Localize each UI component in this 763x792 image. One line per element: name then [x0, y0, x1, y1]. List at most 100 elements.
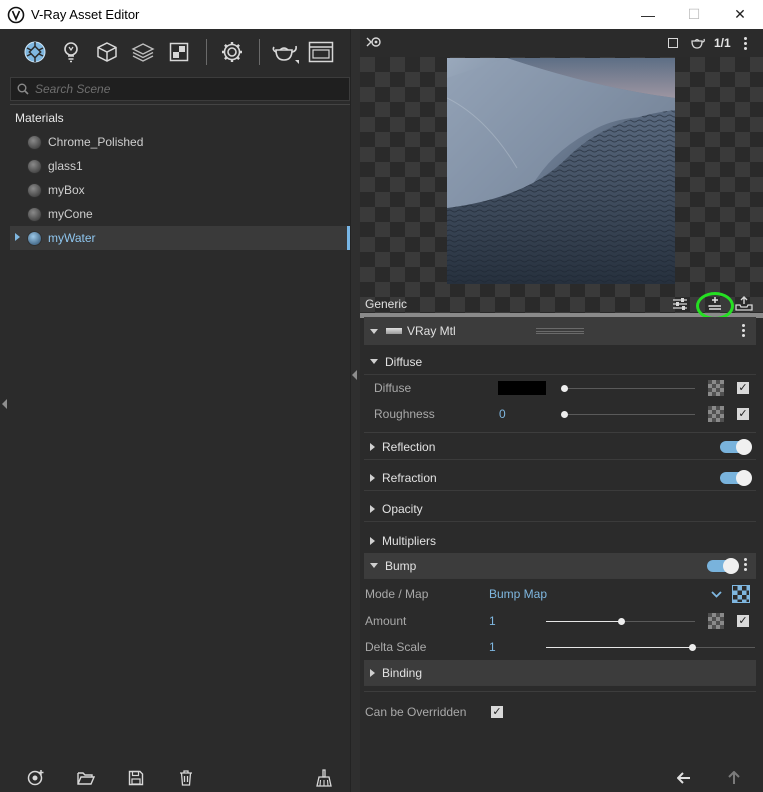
open-folder-icon[interactable] — [76, 768, 96, 788]
render-icon[interactable] — [268, 35, 302, 69]
material-ball-icon — [27, 206, 42, 222]
roughness-value[interactable]: 0 — [499, 407, 506, 421]
material-tree: Materials Chrome_Polished glass1 myBox m… — [10, 104, 350, 791]
collapse-arrow-icon[interactable] — [370, 359, 378, 364]
prop-label: Amount — [365, 614, 407, 628]
expand-arrow-icon[interactable] — [370, 536, 375, 545]
geometry-icon[interactable] — [90, 35, 124, 69]
panel-splitter[interactable] — [350, 29, 360, 792]
section-refraction[interactable]: Refraction — [364, 465, 756, 491]
list-item-label: Chrome_Polished — [48, 135, 144, 149]
slider-knob[interactable] — [689, 644, 696, 651]
list-item[interactable]: Chrome_Polished — [10, 130, 350, 154]
save-icon[interactable] — [126, 768, 146, 788]
render-elements-icon[interactable] — [126, 35, 160, 69]
window-title: V-Ray Asset Editor — [31, 7, 140, 22]
textures-icon[interactable] — [162, 35, 196, 69]
reflection-toggle[interactable] — [720, 439, 752, 455]
slider-knob[interactable] — [561, 385, 568, 392]
bump-texture-slot-icon[interactable] — [732, 585, 750, 603]
preview-more-icon[interactable] — [743, 37, 747, 50]
slider-fill — [546, 647, 692, 648]
section-reflection[interactable]: Reflection — [364, 434, 756, 460]
prop-label: Roughness — [374, 407, 435, 421]
bump-more-icon[interactable] — [743, 558, 747, 571]
collapse-arrow-icon[interactable] — [370, 563, 378, 568]
amount-map-checkbox[interactable]: ✓ — [737, 615, 749, 627]
section-opacity[interactable]: Opacity — [364, 496, 756, 522]
expand-arrow-icon[interactable] — [15, 233, 20, 241]
prop-can-be-overridden: Can be Overridden ✓ — [364, 699, 756, 725]
purge-unused-icon[interactable] — [314, 768, 334, 788]
slider-knob[interactable] — [618, 618, 625, 625]
preview-shape-icon[interactable] — [668, 38, 678, 48]
collapse-panel-arrow-icon[interactable] — [352, 370, 357, 380]
minimize-button[interactable]: — — [625, 0, 671, 29]
collapse-left-arrow-icon[interactable] — [2, 399, 7, 409]
diffuse-color-swatch[interactable] — [498, 381, 546, 395]
list-item[interactable]: myBox — [10, 178, 350, 202]
list-item[interactable]: myCone — [10, 202, 350, 226]
list-item-selected[interactable]: myWater — [10, 226, 350, 250]
frame-buffer-icon[interactable] — [304, 35, 338, 69]
amount-slider[interactable] — [546, 618, 695, 625]
expand-arrow-icon[interactable] — [370, 504, 375, 513]
maximize-button[interactable]: ☐ — [671, 0, 717, 29]
drag-handle[interactable] — [536, 328, 584, 334]
diffuse-slider[interactable] — [561, 385, 695, 392]
sliders-icon[interactable] — [670, 294, 690, 314]
preview-options-icon[interactable] — [366, 35, 382, 52]
divider — [364, 432, 756, 433]
preview-teapot-icon[interactable] — [689, 36, 705, 53]
refraction-toggle[interactable] — [720, 470, 752, 486]
settings-icon[interactable] — [215, 35, 249, 69]
roughness-map-checkbox[interactable]: ✓ — [737, 408, 749, 420]
close-button[interactable]: ✕ — [717, 0, 763, 29]
lights-icon[interactable] — [54, 35, 88, 69]
material-preview — [360, 57, 763, 318]
list-item[interactable]: glass1 — [10, 154, 350, 178]
prop-bump-mode: Mode / Map Bump Map — [364, 581, 756, 607]
expand-arrow-icon[interactable] — [370, 442, 375, 451]
create-asset-icon[interactable] — [26, 768, 46, 788]
section-binding[interactable]: Binding — [364, 660, 756, 686]
chevron-down-icon[interactable] — [711, 591, 722, 598]
material-ball-icon — [27, 230, 42, 246]
prop-delta-scale: Delta Scale 1 — [364, 634, 756, 660]
slider-knob[interactable] — [561, 411, 568, 418]
texture-slot-icon[interactable] — [708, 406, 724, 422]
add-to-library-icon[interactable] — [734, 294, 754, 314]
bump-mode-dropdown[interactable]: Bump Map — [489, 587, 547, 601]
delta-scale-value[interactable]: 1 — [489, 640, 496, 654]
section-title: Opacity — [382, 501, 423, 516]
expand-arrow-icon[interactable] — [370, 668, 375, 677]
tree-header-materials[interactable]: Materials — [10, 104, 350, 130]
search-icon — [17, 83, 29, 95]
amount-value[interactable]: 1 — [489, 614, 496, 628]
override-checkbox[interactable]: ✓ — [491, 706, 503, 718]
section-multipliers[interactable]: Multipliers — [364, 528, 756, 554]
materials-icon[interactable] — [18, 35, 52, 69]
texture-slot-icon[interactable] — [708, 613, 724, 629]
back-arrow-icon[interactable] — [676, 770, 692, 786]
delta-scale-slider[interactable] — [546, 644, 755, 651]
asset-actions-bar — [0, 764, 358, 792]
vray-logo-icon — [7, 6, 25, 23]
search-input[interactable] — [35, 82, 335, 96]
material-more-icon[interactable] — [741, 324, 745, 337]
collapse-arrow-icon[interactable] — [370, 328, 378, 334]
render-counter: 1/1 — [714, 36, 731, 50]
diffuse-map-checkbox[interactable]: ✓ — [737, 382, 749, 394]
material-header[interactable]: VRay Mtl — [364, 317, 756, 345]
section-bump[interactable]: Bump — [364, 553, 756, 579]
up-arrow-icon[interactable] — [726, 770, 742, 786]
prop-amount: Amount 1 ✓ — [364, 608, 756, 634]
delete-icon[interactable] — [176, 768, 196, 788]
texture-slot-icon[interactable] — [708, 380, 724, 396]
expand-arrow-icon[interactable] — [370, 473, 375, 482]
search-field[interactable] — [10, 77, 350, 101]
roughness-slider[interactable] — [561, 411, 695, 418]
bump-toggle[interactable] — [707, 558, 739, 574]
category-toolbar — [0, 29, 358, 75]
section-diffuse[interactable]: Diffuse — [364, 349, 756, 375]
